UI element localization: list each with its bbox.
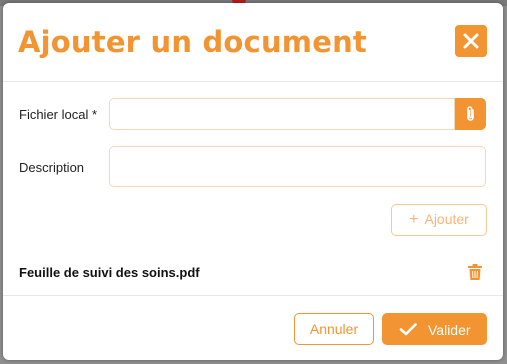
check-icon [399, 323, 417, 336]
attach-file-button[interactable] [455, 98, 486, 130]
trash-icon[interactable] [468, 264, 482, 280]
submit-button[interactable]: Valider [382, 313, 487, 345]
local-file-label: Fichier local * [19, 107, 98, 122]
attached-file-name: Feuille de suivi des soins.pdf [19, 265, 200, 280]
paperclip-icon [467, 106, 474, 121]
add-document-dialog: Ajouter un document Fichier local * Desc… [3, 3, 503, 360]
local-file-input[interactable] [109, 98, 455, 130]
cancel-button[interactable]: Annuler [294, 313, 374, 345]
add-button[interactable]: + Ajouter [391, 204, 487, 236]
add-button-label: Ajouter [424, 211, 469, 227]
plus-icon: + [409, 211, 419, 228]
dialog-header: Ajouter un document [3, 3, 503, 82]
submit-button-label: Valider [428, 322, 471, 338]
dialog-title: Ajouter un document [18, 25, 367, 59]
description-input[interactable] [109, 146, 486, 187]
description-label: Description [19, 160, 85, 175]
attached-file-row: Feuille de suivi des soins.pdf [3, 251, 503, 296]
close-icon [463, 33, 479, 49]
close-button[interactable] [455, 25, 487, 57]
